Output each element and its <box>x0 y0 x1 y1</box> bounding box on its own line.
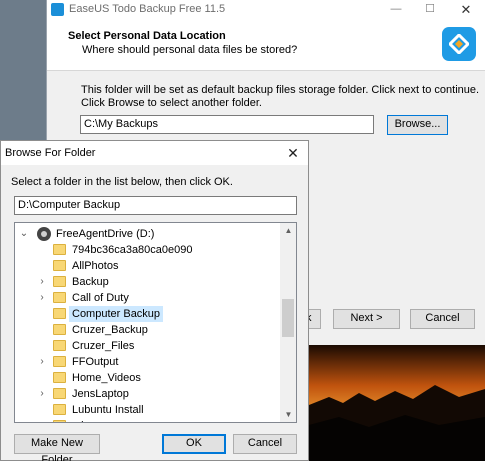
drive-label: FreeAgentDrive (D:) <box>56 228 155 240</box>
tree-folder-row[interactable]: Computer Backup <box>15 306 280 322</box>
installer-title: EaseUS Todo Backup Free 11.5 <box>69 3 226 15</box>
browse-folder-dialog: Browse For Folder ✕ Select a folder in t… <box>0 140 309 461</box>
tree-folder-row[interactable]: › JensLaptop <box>15 386 280 402</box>
ok-button[interactable]: OK <box>162 434 226 454</box>
tree-folder-row[interactable]: Cruzer_Backup <box>15 322 280 338</box>
tree-folder-row[interactable]: › FFOutput <box>15 354 280 370</box>
browse-button[interactable]: Browse... <box>387 115 448 135</box>
page-subtitle: Where should personal data files be stor… <box>82 44 298 56</box>
folder-icon <box>53 404 66 415</box>
tree-folder-row[interactable]: › Backup <box>15 274 280 290</box>
tree-folder-row[interactable]: Home_Videos <box>15 370 280 386</box>
tree-folder-row[interactable]: 794bc36ca3a80ca0e090 <box>15 242 280 258</box>
folder-icon <box>53 292 66 303</box>
tree-drive-row[interactable]: ⌄ FreeAgentDrive (D:) <box>15 226 280 242</box>
folder-label: FFOutput <box>72 356 119 368</box>
dialog-title: Browse For Folder <box>5 147 96 159</box>
chevron-down-icon[interactable]: ⌄ <box>19 226 29 242</box>
folder-label: AllPhotos <box>72 260 119 272</box>
dialog-titlebar: Browse For Folder ✕ <box>1 141 308 165</box>
storage-path-input[interactable]: C:\My Backups <box>80 115 374 134</box>
folder-icon <box>53 420 66 422</box>
close-icon[interactable]: ✕ <box>451 0 481 19</box>
chevron-right-icon[interactable]: › <box>37 386 47 402</box>
tree-folder-row[interactable]: Cruzer_Files <box>15 338 280 354</box>
description-line: Click Browse to select another folder. <box>81 97 262 109</box>
installer-header: Select Personal Data Location Where shou… <box>47 19 485 71</box>
folder-label: Cruzer_Backup <box>72 324 148 336</box>
dialog-cancel-button[interactable]: Cancel <box>233 434 297 454</box>
tree-folder-row[interactable]: misc <box>15 418 280 422</box>
folder-icon <box>53 244 66 255</box>
maximize-icon[interactable]: ☐ <box>415 0 445 19</box>
tree-folder-row[interactable]: › Call of Duty <box>15 290 280 306</box>
folder-icon <box>53 260 66 271</box>
folder-label: Home_Videos <box>72 372 141 384</box>
folder-icon <box>53 372 66 383</box>
folder-icon <box>53 276 66 287</box>
chevron-right-icon[interactable]: › <box>37 290 47 306</box>
folder-label: Computer Backup <box>69 306 164 322</box>
tree-folder-row[interactable]: AllPhotos <box>15 258 280 274</box>
close-icon[interactable]: ✕ <box>283 143 303 163</box>
folder-label: Backup <box>72 276 109 288</box>
description-line: This folder will be set as default backu… <box>81 84 480 96</box>
minimize-icon[interactable]: — <box>381 0 411 19</box>
dialog-instruction: Select a folder in the list below, then … <box>11 176 233 188</box>
make-new-folder-button[interactable]: Make New Folder <box>14 434 100 461</box>
folder-icon <box>53 356 66 367</box>
installer-cancel-button[interactable]: Cancel <box>410 309 475 329</box>
description: This folder will be set as default backu… <box>81 84 481 110</box>
scroll-thumb[interactable] <box>282 299 294 337</box>
tree-folder-row[interactable]: Lubuntu Install <box>15 402 280 418</box>
folder-label: JensLaptop <box>72 388 129 400</box>
app-icon <box>51 3 64 16</box>
folder-label: Lubuntu Install <box>72 404 144 416</box>
scroll-down-icon[interactable]: ▼ <box>280 407 296 422</box>
folder-label: Call of Duty <box>72 292 129 304</box>
installer-titlebar: EaseUS Todo Backup Free 11.5 — ☐ ✕ <box>47 0 485 19</box>
next-button[interactable]: Next > <box>333 309 400 329</box>
page-title: Select Personal Data Location <box>68 30 226 42</box>
folder-icon <box>53 388 66 399</box>
selected-path-field: D:\Computer Backup <box>14 196 297 215</box>
tree-scrollbar[interactable]: ▲ ▼ <box>280 223 296 422</box>
folder-label: Cruzer_Files <box>72 340 135 352</box>
folder-icon <box>53 324 66 335</box>
chevron-right-icon[interactable]: › <box>37 274 47 290</box>
folder-tree[interactable]: ⌄ FreeAgentDrive (D:) 794bc36ca3a80ca0e0… <box>14 222 297 423</box>
drive-icon <box>37 227 51 241</box>
folder-label: misc <box>72 418 95 422</box>
folder-icon <box>53 340 66 351</box>
scroll-up-icon[interactable]: ▲ <box>280 223 296 238</box>
folder-icon <box>53 308 66 319</box>
chevron-right-icon[interactable]: › <box>37 354 47 370</box>
wallpaper-photo <box>309 345 485 461</box>
folder-label: 794bc36ca3a80ca0e090 <box>72 244 193 256</box>
easeus-logo-icon <box>442 27 476 61</box>
